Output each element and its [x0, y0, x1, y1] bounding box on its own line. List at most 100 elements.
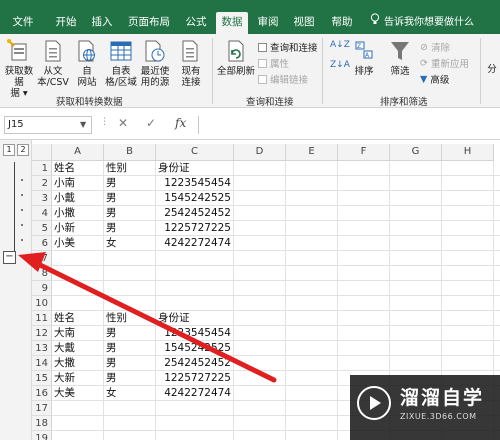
from-text-csv-button[interactable]: 从文 本/CSV — [36, 38, 70, 88]
cell-b13[interactable]: 男 — [106, 341, 153, 356]
outline-collapse-button[interactable]: − — [3, 251, 16, 264]
row-header-3[interactable]: 3 — [32, 191, 52, 206]
row-header-12[interactable]: 12 — [32, 326, 52, 341]
tab-insert[interactable]: 插入 — [88, 12, 116, 34]
cell-c13[interactable]: 1545242525 — [158, 341, 231, 356]
row-header-4[interactable]: 4 — [32, 206, 52, 221]
cell-c2[interactable]: 1223545454 — [158, 176, 231, 191]
cell-a16[interactable]: 大美 — [54, 386, 101, 401]
name-box[interactable]: J15 — [4, 116, 92, 134]
row-header-17[interactable]: 17 — [32, 401, 52, 416]
column-header-e[interactable]: E — [286, 144, 338, 161]
cell-a11[interactable]: 姓名 — [54, 311, 101, 326]
name-box-dropdown-icon[interactable]: ▼ — [80, 116, 86, 134]
cell-c1[interactable]: 身份证 — [158, 161, 231, 176]
column-header-g[interactable]: G — [390, 144, 442, 161]
advanced-filter-button[interactable]: ▼ 高级 — [420, 72, 449, 87]
row-header-18[interactable]: 18 — [32, 416, 52, 431]
tab-help[interactable]: 帮助 — [328, 12, 356, 34]
tab-formulas[interactable]: 公式 — [182, 12, 210, 34]
row-header-2[interactable]: 2 — [32, 176, 52, 191]
column-header-a[interactable]: A — [52, 144, 104, 161]
reapply-button[interactable]: ⟳ 重新应用 — [420, 56, 469, 71]
sort-az-button[interactable]: A↓Z — [330, 40, 350, 50]
row-header-10[interactable]: 10 — [32, 296, 52, 311]
refresh-all-button[interactable]: 全部刷新 — [216, 38, 256, 77]
row-header-11[interactable]: 11 — [32, 311, 52, 326]
formula-input[interactable] — [198, 116, 500, 134]
properties-button[interactable]: 属性 — [258, 56, 289, 70]
column-header-d[interactable]: D — [234, 144, 286, 161]
row-header-14[interactable]: 14 — [32, 356, 52, 371]
cell-c14[interactable]: 2542452452 — [158, 356, 231, 371]
cell-b11[interactable]: 性别 — [106, 311, 153, 326]
cell-b14[interactable]: 男 — [106, 356, 153, 371]
column-header-b[interactable]: B — [104, 144, 156, 161]
row-header-5[interactable]: 5 — [32, 221, 52, 236]
cell-c15[interactable]: 1225727225 — [158, 371, 231, 386]
row-header-16[interactable]: 16 — [32, 386, 52, 401]
cell-b12[interactable]: 男 — [106, 326, 153, 341]
sort-za-button[interactable]: Z↓A — [330, 60, 350, 70]
from-web-button[interactable]: 自 网站 — [72, 38, 102, 88]
cell-a14[interactable]: 大撒 — [54, 356, 101, 371]
insert-function-icon[interactable]: fx — [175, 116, 186, 130]
outline-level-2-button[interactable]: 2 — [17, 144, 29, 156]
cell-c4[interactable]: 2542452452 — [158, 206, 231, 221]
tab-view[interactable]: 视图 — [290, 12, 318, 34]
cell-c12[interactable]: 1223545454 — [158, 326, 231, 341]
cell-a12[interactable]: 大南 — [54, 326, 101, 341]
row-header-19[interactable]: 19 — [32, 431, 52, 440]
existing-connections-button[interactable]: 现有 连接 — [176, 38, 206, 88]
row-header-6[interactable]: 6 — [32, 236, 52, 251]
cell-c3[interactable]: 1545242525 — [158, 191, 231, 206]
data-tools-button[interactable]: 分 — [484, 64, 500, 75]
row-header-1[interactable]: 1 — [32, 161, 52, 176]
cell-c11[interactable]: 身份证 — [158, 311, 231, 326]
cell-b6[interactable]: 女 — [106, 236, 153, 251]
tab-page-layout[interactable]: 页面布局 — [125, 12, 173, 34]
cell-a1[interactable]: 姓名 — [54, 161, 101, 176]
edit-links-button[interactable]: 编辑链接 — [258, 72, 308, 86]
cell-a15[interactable]: 大新 — [54, 371, 101, 386]
row-header-8[interactable]: 8 — [32, 266, 52, 281]
filter-button[interactable]: 筛选 — [386, 38, 414, 77]
column-header-c[interactable]: C — [156, 144, 234, 161]
cell-a3[interactable]: 小戴 — [54, 191, 101, 206]
tell-me-box[interactable]: 告诉我你想要做什么 — [370, 12, 474, 34]
select-all-corner[interactable] — [32, 144, 52, 161]
tab-file[interactable]: 文件 — [8, 12, 38, 34]
cell-c6[interactable]: 4242272474 — [158, 236, 231, 251]
cell-b16[interactable]: 女 — [106, 386, 153, 401]
cell-a4[interactable]: 小撒 — [54, 206, 101, 221]
cell-c5[interactable]: 1225727225 — [158, 221, 231, 236]
cell-b15[interactable]: 男 — [106, 371, 153, 386]
cell-b3[interactable]: 男 — [106, 191, 153, 206]
cell-b4[interactable]: 男 — [106, 206, 153, 221]
cell-b5[interactable]: 男 — [106, 221, 153, 236]
recent-sources-button[interactable]: 最近使 用的源 — [138, 38, 172, 88]
tab-review[interactable]: 审阅 — [254, 12, 282, 34]
cell-a2[interactable]: 小南 — [54, 176, 101, 191]
clear-filter-button[interactable]: ⊘ 清除 — [420, 40, 450, 55]
cell-a6[interactable]: 小美 — [54, 236, 101, 251]
row-header-9[interactable]: 9 — [32, 281, 52, 296]
tab-home[interactable]: 开始 — [52, 12, 80, 34]
cell-b1[interactable]: 性别 — [106, 161, 153, 176]
cell-b2[interactable]: 男 — [106, 176, 153, 191]
row-header-15[interactable]: 15 — [32, 371, 52, 386]
row-header-13[interactable]: 13 — [32, 341, 52, 356]
cell-a13[interactable]: 大戴 — [54, 341, 101, 356]
column-header-f[interactable]: F — [338, 144, 390, 161]
column-header-h[interactable]: H — [442, 144, 494, 161]
tab-data[interactable]: 数据 — [216, 12, 248, 34]
cell-c16[interactable]: 4242272474 — [158, 386, 231, 401]
queries-connections-button[interactable]: 查询和连接 — [258, 40, 318, 54]
row-header-7[interactable]: 7 — [32, 251, 52, 266]
from-table-button[interactable]: 自表 格/区域 — [104, 38, 138, 88]
sort-button[interactable]: ZA 排序 — [350, 38, 378, 77]
cancel-icon[interactable]: ✕ — [118, 116, 128, 130]
outline-level-1-button[interactable]: 1 — [3, 144, 15, 156]
enter-icon[interactable]: ✓ — [146, 116, 156, 130]
cell-a5[interactable]: 小新 — [54, 221, 101, 236]
